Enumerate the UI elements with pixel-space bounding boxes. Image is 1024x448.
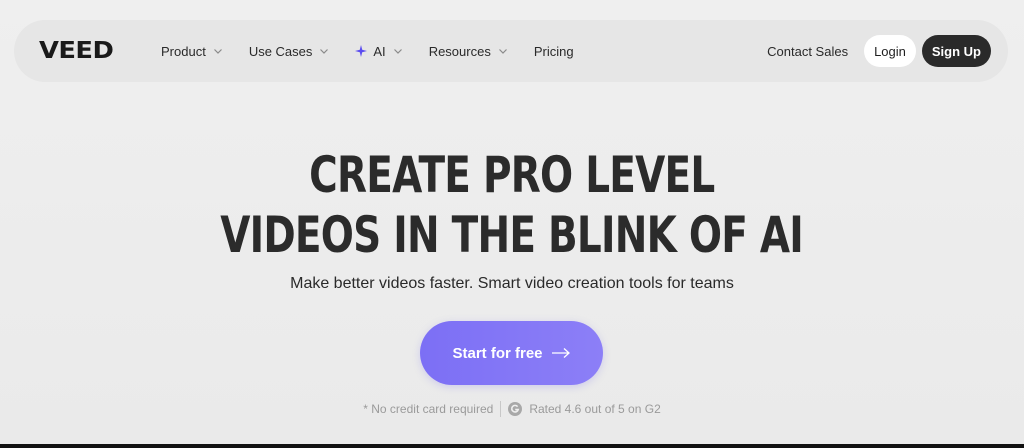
contact-sales-link[interactable]: Contact Sales: [767, 44, 848, 59]
nav-item-ai[interactable]: AI: [355, 44, 402, 59]
headline-text: CREATE PRO LEVEL: [309, 146, 715, 204]
hero-subtitle: Make better videos faster. Smart video c…: [290, 275, 734, 292]
hero-headline-line-1: CREATE PRO LEVEL: [0, 145, 1024, 205]
nav-item-label: AI: [373, 43, 386, 59]
chevron-down-icon: [213, 49, 222, 54]
login-button[interactable]: Login: [864, 35, 916, 67]
chevron-down-icon: [320, 49, 329, 54]
veed-logo[interactable]: VEED: [39, 38, 114, 64]
nav-item-pricing[interactable]: Pricing: [534, 44, 574, 59]
primary-nav: Product Use Cases AI Resources Pricing: [161, 20, 574, 82]
nav-item-label: Use Cases: [248, 43, 313, 59]
nav-item-use-cases[interactable]: Use Cases: [249, 44, 330, 59]
top-navbar: VEED Product Use Cases AI Resources Pric…: [14, 20, 1008, 82]
chevron-down-icon: [393, 49, 402, 54]
sign-up-button[interactable]: Sign Up: [921, 35, 991, 67]
hero-headline-line-2: VIDEOS IN THE BLINK OF AI: [0, 205, 1024, 265]
divider: [500, 401, 502, 417]
arrow-right-icon: [551, 348, 570, 358]
nav-item-label: Pricing: [533, 43, 574, 59]
chevron-down-icon: [498, 49, 507, 54]
no-credit-card-note: * No credit card required: [363, 402, 494, 416]
hero-footnote: * No credit card required Rated 4.6 out …: [0, 401, 1024, 417]
nav-item-resources[interactable]: Resources: [429, 44, 508, 59]
cta-label: Start for free: [452, 344, 543, 362]
nav-item-label: Product: [161, 43, 206, 59]
page: VEED Product Use Cases AI Resources Pric…: [0, 0, 1024, 448]
start-for-free-button[interactable]: Start for free: [420, 321, 603, 385]
g2-rating-text: Rated 4.6 out of 5 on G2: [529, 402, 661, 416]
g2-logo-icon: [508, 402, 523, 416]
headline-text: VIDEOS IN THE BLINK OF AI: [220, 206, 805, 264]
nav-item-product[interactable]: Product: [161, 44, 223, 59]
account-nav: Contact Sales Login Sign Up: [767, 20, 991, 82]
nav-item-label: Resources: [428, 43, 491, 59]
sparkle-icon: [355, 45, 368, 57]
